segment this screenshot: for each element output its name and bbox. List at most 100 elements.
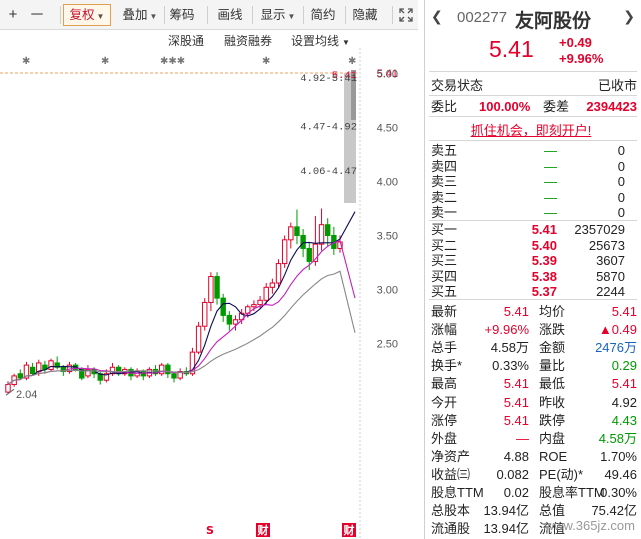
- stat-label: 金额: [539, 340, 566, 356]
- stats-row: 涨幅 +9.96% 涨跌 ▲0.49: [431, 320, 637, 339]
- candle-body: [325, 224, 331, 236]
- status-row: 交易状态 已收市: [431, 76, 637, 95]
- stat-label: 涨停: [431, 412, 458, 428]
- stats-row: 最新 5.41 均价 5.41: [431, 302, 637, 321]
- price-annotation: 4.47-4.92: [300, 122, 357, 134]
- stat-label: 涨幅: [431, 322, 458, 338]
- zoom-in-button[interactable]: +: [2, 4, 24, 26]
- event-star-marker: ✱: [101, 56, 109, 67]
- chouma-button[interactable]: 筹码: [167, 4, 197, 26]
- sell-order-row: 卖四 — 0: [431, 159, 637, 174]
- price-annotation: 4.92-5.41: [300, 73, 357, 85]
- price-change: +0.49: [559, 35, 592, 50]
- stat-label: 股息率TTM: [539, 485, 605, 500]
- status-label: 交易状态: [431, 78, 484, 93]
- weicha-value: 2394423: [586, 99, 637, 114]
- order-price: 5.37: [531, 284, 557, 300]
- nav-left-icon[interactable]: ❮: [431, 8, 443, 25]
- nav-right-icon[interactable]: ❯: [623, 8, 635, 25]
- candle-body: [115, 366, 122, 375]
- event-star-marker: ✱: [22, 56, 30, 67]
- sell-order-row: 卖三 — 0: [431, 174, 637, 189]
- sell-order-row: 卖一 — 0: [431, 205, 637, 220]
- chart-toolbar: + 一 复权 ▼ 叠加 ▼ 筹码 画线 显示 ▼ 简约 隐藏: [0, 0, 418, 30]
- order-price: —: [544, 205, 557, 221]
- event-star-marker: ✱: [348, 56, 356, 67]
- price-tick-label: 3.00: [377, 285, 398, 297]
- order-label: 卖二: [431, 189, 458, 205]
- candle-body: [226, 314, 233, 325]
- weibi-label: 委比: [431, 99, 458, 114]
- stat-label: 净资产: [431, 448, 471, 464]
- stat-label: 昨收: [539, 394, 566, 410]
- expand-icon: [399, 8, 413, 22]
- candle-body: [220, 297, 226, 316]
- stat-value: 5.41: [503, 412, 529, 428]
- stat-value: 5.41: [503, 304, 529, 319]
- order-volume: 3607: [596, 253, 625, 269]
- diejia-dropdown[interactable]: 叠加 ▼: [116, 4, 164, 26]
- stat-value: 4.58万: [598, 430, 637, 446]
- weicha-label: 委差: [543, 99, 570, 114]
- order-price: —: [544, 143, 557, 158]
- open-account-link[interactable]: 抓住机会，即刻开户!: [425, 120, 637, 139]
- ma10-line: [7, 239, 356, 385]
- xianshi-dropdown[interactable]: 显示 ▼: [256, 4, 300, 26]
- order-price: —: [544, 174, 557, 190]
- stat-label: 今开: [431, 394, 458, 410]
- buy-order-row: 买二 5.40 25673: [431, 238, 637, 253]
- stat-value: 4.58万: [490, 340, 529, 356]
- order-volume: 0: [617, 143, 625, 158]
- order-price: 5.41: [531, 222, 557, 237]
- kline-plot: 5.415.004.504.003.503.002.505.414.92-5.4…: [0, 48, 398, 539]
- price-change-pct: +9.96%: [559, 51, 604, 66]
- fuquan-dropdown[interactable]: 复权 ▼: [63, 4, 111, 26]
- order-volume: 5870: [596, 268, 625, 284]
- weibi-value: 100.00%: [479, 99, 531, 114]
- stats-row: 总手 4.58万 金额 2476万: [431, 338, 637, 357]
- stat-label: 最高: [431, 376, 458, 392]
- watermark: www.365jz.com: [544, 518, 635, 533]
- candle-body: [300, 235, 306, 249]
- stat-value: 5.41: [611, 376, 637, 392]
- stock-code: 002277: [457, 9, 508, 26]
- order-price: —: [544, 158, 557, 174]
- candle-body: [17, 373, 23, 379]
- sell-order-row: 卖二 — 0: [431, 190, 637, 205]
- stat-value: 4.88: [503, 448, 529, 464]
- stat-value: 5.41: [611, 304, 637, 319]
- candle-body: [306, 247, 312, 262]
- buy-order-row: 买一 5.41 2357029: [431, 222, 637, 237]
- event-marker: S: [206, 524, 214, 537]
- order-label: 买二: [431, 237, 458, 253]
- order-volume: 2244: [596, 284, 625, 300]
- stat-label: 最新: [431, 304, 458, 319]
- event-star-marker: ✱: [262, 56, 270, 67]
- stat-value: 5.41: [503, 376, 529, 392]
- jianyue-button[interactable]: 简约: [307, 4, 339, 26]
- stat-label: 均价: [539, 304, 566, 319]
- buy-order-row: 买三 5.39 3607: [431, 253, 637, 268]
- sell-order-row: 卖五 — 0: [431, 143, 637, 158]
- zoom-out-button[interactable]: 一: [26, 4, 48, 26]
- stat-label: 总手: [431, 340, 458, 356]
- kline-chart[interactable]: 深股通 融资融券 设置均线 ▼ 5.41 5.00 4.50 4.00 3.50 3.00 2…: [0, 30, 418, 539]
- chevron-down-icon: ▼: [287, 12, 296, 21]
- order-label: 买三: [431, 253, 458, 269]
- chevron-down-icon: ▼: [149, 12, 158, 21]
- stat-label: 总股本: [431, 503, 471, 519]
- quote-panel: ❮ 002277 友阿股份 ❯ 5.41 +0.49 +9.96% 交易状态 已…: [424, 0, 641, 539]
- stat-value: 0.082: [496, 466, 529, 482]
- stat-value: 5.41: [503, 394, 529, 410]
- yincang-button[interactable]: 隐藏: [349, 4, 381, 26]
- stat-value: 0.33%: [492, 358, 529, 374]
- order-volume: 0: [617, 189, 625, 205]
- order-price: 5.39: [531, 253, 557, 269]
- huaxian-button[interactable]: 画线: [214, 4, 246, 26]
- fuquan-label: 复权: [69, 8, 95, 22]
- diejia-label: 叠加: [122, 8, 148, 22]
- fullscreen-button[interactable]: [396, 4, 416, 26]
- stat-label: 股息TTM: [431, 485, 484, 500]
- stat-label: 最低: [539, 376, 566, 392]
- stat-value: 0.02: [503, 485, 529, 500]
